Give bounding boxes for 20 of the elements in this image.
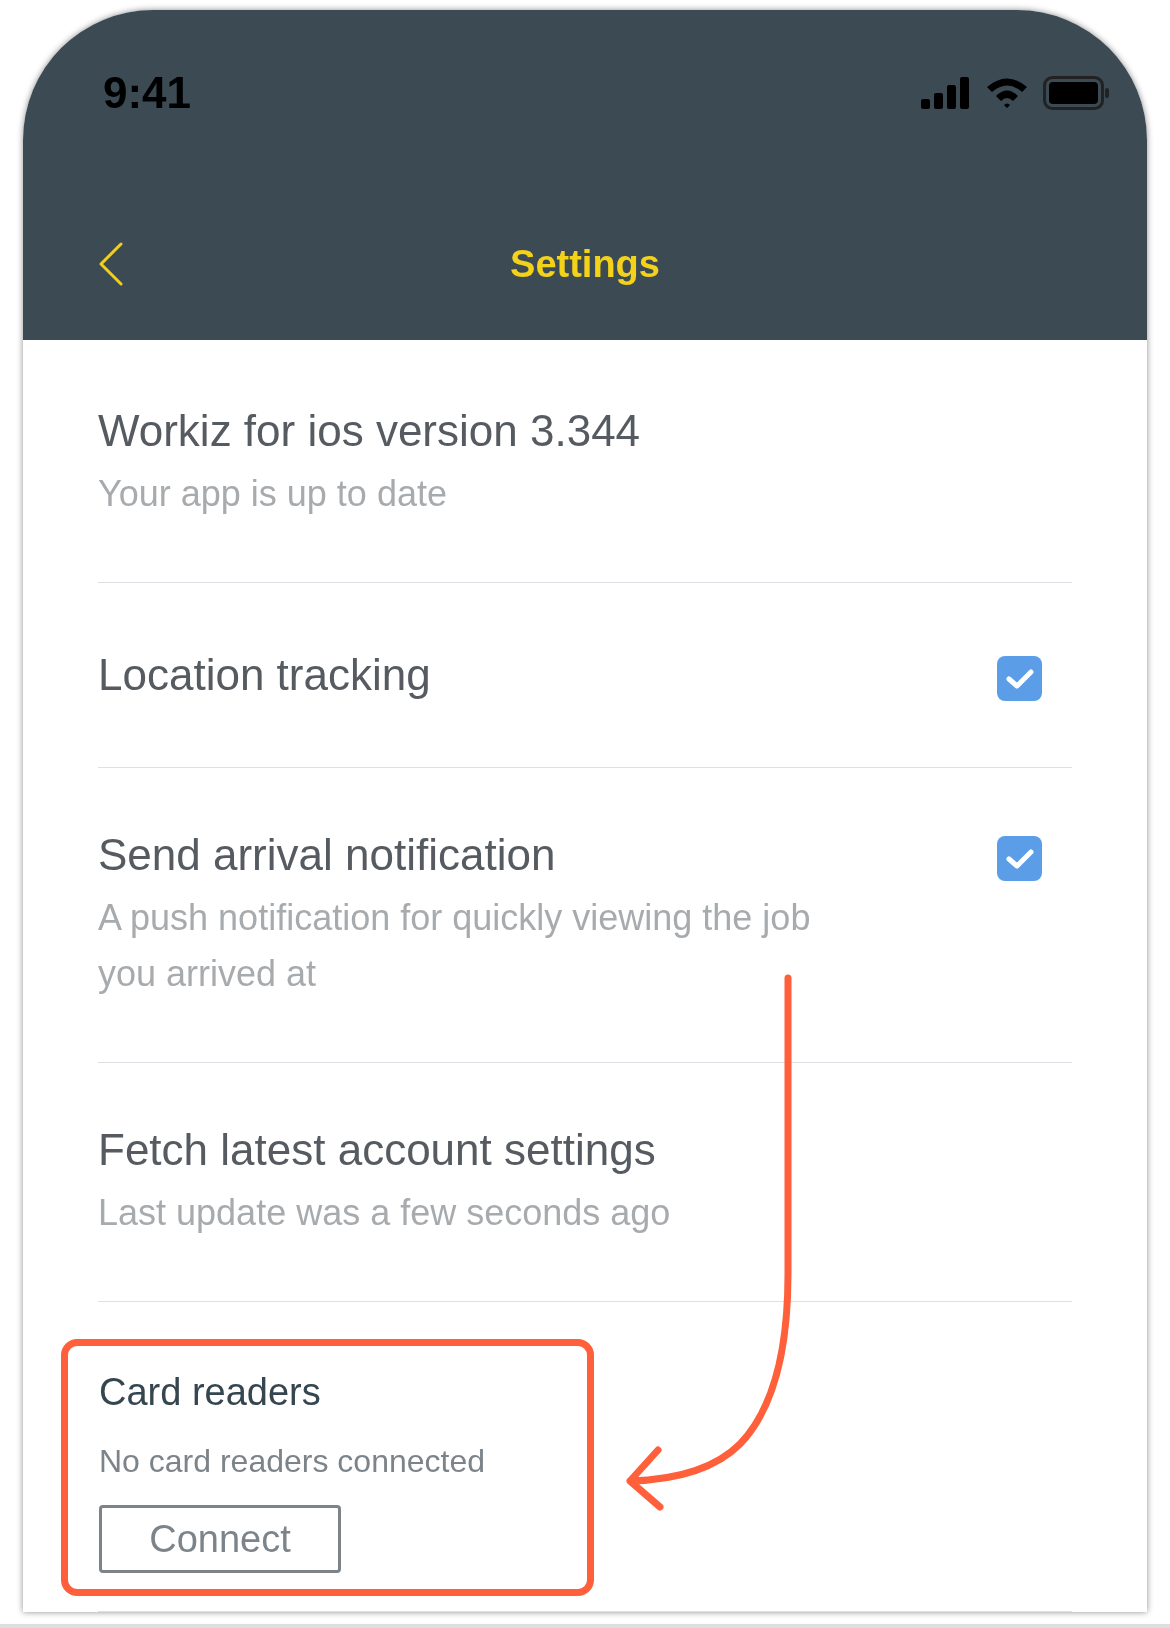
- checkbox[interactable]: [997, 656, 1042, 701]
- section-heading: Card readers: [99, 1370, 321, 1415]
- back-button[interactable]: [98, 242, 124, 286]
- setting-title: Fetch latest account settings: [98, 1124, 657, 1176]
- setting-description: A push notification for quickly viewing the job you arrived at: [98, 896, 812, 996]
- setting-description: Your app is up to date: [98, 472, 448, 516]
- setting-title: Workiz for ios version 3.344: [98, 405, 641, 457]
- screen-title: Settings: [510, 241, 660, 287]
- setting-description: Last update was a few seconds ago: [98, 1191, 671, 1235]
- setting-title: Send arrival notification: [98, 829, 557, 881]
- status-time: 9:41: [103, 67, 192, 119]
- status-text: No card readers connected: [99, 1442, 485, 1481]
- checkmark-icon: [1004, 846, 1035, 871]
- battery-icon: [1043, 76, 1109, 110]
- checkmark-icon: [1004, 666, 1035, 691]
- wifi-icon: [985, 76, 1029, 110]
- setting-title: Location tracking: [98, 649, 431, 701]
- connect-button[interactable]: Connect: [99, 1505, 341, 1573]
- checkbox[interactable]: [997, 836, 1042, 881]
- signal-icon: [921, 77, 971, 109]
